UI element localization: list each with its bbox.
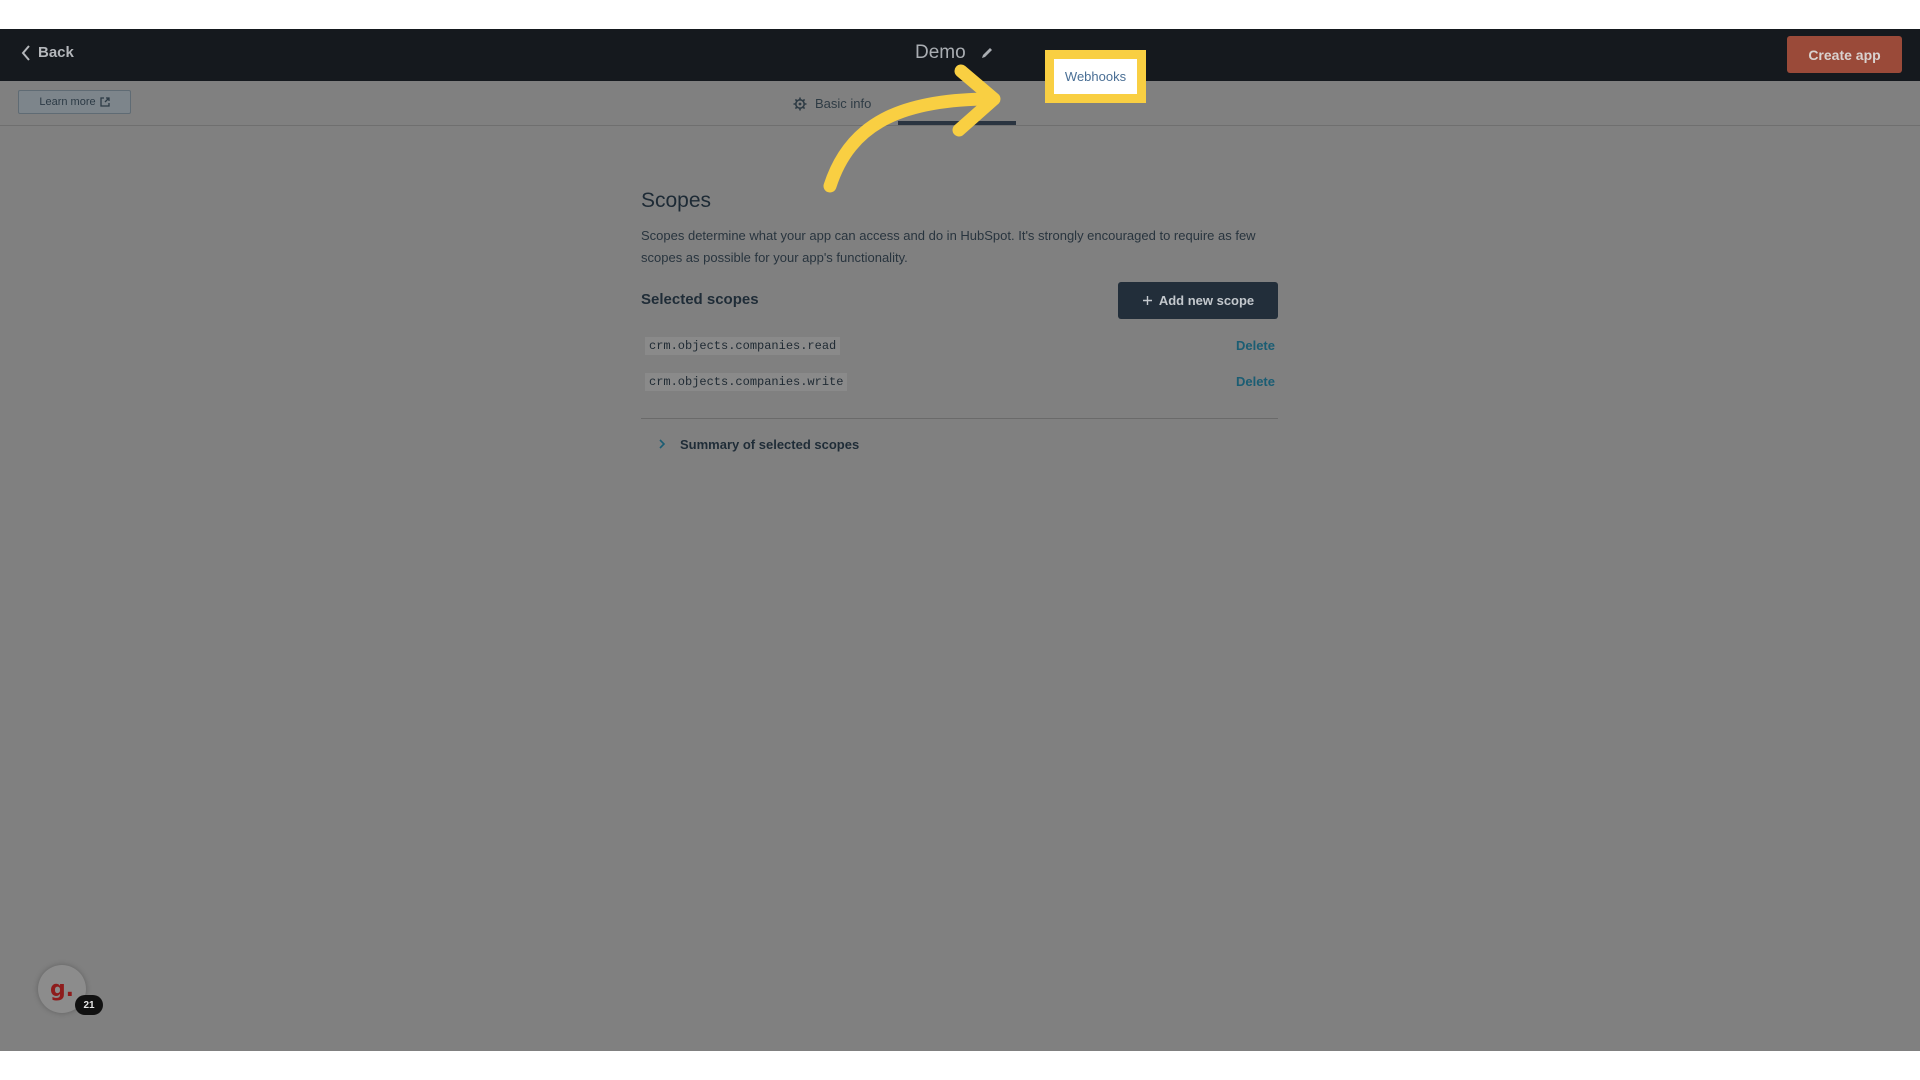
- add-new-scope-label: Add new scope: [1158, 293, 1255, 308]
- tutorial-arrow-icon: [823, 64, 1001, 193]
- divider: [641, 418, 1278, 419]
- add-new-scope-button[interactable]: Add new scope: [1118, 282, 1278, 319]
- app-title-text: Demo: [915, 42, 966, 63]
- summary-toggle[interactable]: Summary of selected scopes: [641, 433, 1278, 455]
- tab-webhooks-highlighted[interactable]: Webhooks: [1045, 50, 1146, 103]
- plus-icon: [1142, 296, 1152, 305]
- tab-webhooks-label: Webhooks: [1064, 69, 1127, 84]
- tab-basic-info[interactable]: Basic info: [793, 81, 871, 126]
- delete-scope-button[interactable]: Delete: [1236, 338, 1275, 353]
- avatar-letter: g.: [49, 976, 75, 1002]
- scope-code: crm.objects.companies.read: [645, 337, 841, 355]
- summary-label: Summary of selected scopes: [680, 436, 860, 452]
- scope-row: crm.objects.companies.read Delete: [641, 329, 1278, 365]
- notification-badge: 21: [75, 995, 103, 1015]
- app-title: Demo: [915, 42, 994, 64]
- tab-bar: Learn more Basic info: [0, 81, 1920, 126]
- pencil-icon[interactable]: [980, 46, 994, 60]
- chevron-left-icon: [21, 44, 30, 61]
- delete-scope-button[interactable]: Delete: [1236, 374, 1275, 389]
- scopes-section: Scopes Scopes determine what your app ca…: [641, 189, 1278, 455]
- tab-basic-info-label: Basic info: [815, 96, 872, 111]
- selected-scopes-title: Selected scopes: [641, 291, 759, 308]
- selected-scopes-header: Selected scopes Add new scope: [641, 282, 1278, 319]
- tab-scopes[interactable]: [898, 81, 1016, 126]
- top-bar: Back Demo Create app: [0, 29, 1920, 81]
- gear-icon: [793, 97, 807, 110]
- active-tab-indicator: [898, 121, 1016, 125]
- back-label: Back: [38, 44, 74, 61]
- chevron-right-icon: [659, 439, 666, 449]
- scope-code: crm.objects.companies.write: [645, 373, 848, 391]
- learn-more-label: Learn more: [39, 96, 96, 108]
- external-link-icon: [99, 97, 110, 107]
- learn-more-link[interactable]: Learn more: [18, 90, 131, 114]
- back-button[interactable]: Back: [20, 44, 74, 61]
- scope-row: crm.objects.companies.write Delete: [641, 365, 1278, 401]
- create-app-button[interactable]: Create app: [1787, 36, 1902, 73]
- app-frame: Back Demo Create app Learn more Basic in…: [0, 29, 1920, 1051]
- scopes-heading: Scopes: [641, 189, 712, 212]
- scopes-description: Scopes determine what your app can acces…: [641, 228, 1256, 265]
